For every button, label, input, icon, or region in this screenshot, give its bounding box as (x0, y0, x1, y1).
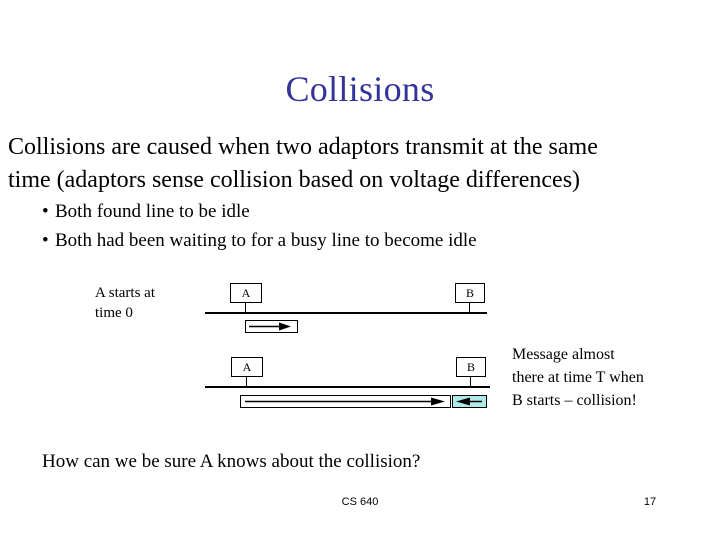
bullet-item-2: • Both had been waiting to for a busy lin… (42, 228, 477, 254)
row1-node-a: A (230, 283, 262, 303)
bullet-item-2-label: Both had been waiting to for a busy line… (55, 230, 477, 251)
diagram-left-caption-line-2: time 0 (95, 305, 133, 321)
diagram-right-note-line-1: Message almost (512, 346, 615, 363)
row2-node-b-connector (470, 377, 472, 387)
row2-node-a-connector (246, 377, 248, 387)
footer-page-number: 17 (643, 496, 657, 508)
page-title: Collisions (285, 69, 435, 109)
diagram-right-note-line-3: B starts – collision! (512, 392, 637, 409)
diagram-left-caption: A starts at time 0 (95, 283, 155, 323)
body-paragraph-line-2: time (adaptors sense collision based on … (8, 167, 581, 193)
closing-question: How can we be sure A knows about the col… (42, 451, 421, 472)
bullet-item-1-label: Both found line to be idle (55, 201, 250, 222)
body-paragraph-line-1: Collisions are caused when two adaptors … (8, 134, 598, 160)
row1-packet-arrow-icon (249, 322, 291, 331)
row1-packet (245, 320, 298, 333)
row2-packet-b-collision (452, 395, 487, 408)
row1-node-b: B (455, 283, 485, 303)
row2-packet-a-arrow-icon (245, 397, 445, 406)
row2-packet-a (240, 395, 451, 408)
diagram-right-note: Message almost there at time T when B st… (512, 343, 712, 412)
row1-node-b-connector (469, 303, 471, 313)
footer-course-label: CS 640 (341, 496, 379, 508)
row1-bus-line (205, 312, 487, 314)
row1-node-a-connector (245, 303, 247, 313)
diagram-left-caption-line-1: A starts at (95, 285, 155, 301)
bullet-dot-icon: • (42, 201, 49, 222)
diagram-right-note-line-2: there at time T when (512, 369, 644, 386)
row2-packet-b-arrow-icon (456, 397, 482, 406)
row2-node-a: A (231, 357, 263, 377)
bullet-item-1: • Both found line to be idle (42, 199, 250, 225)
bullet-dot-icon: • (42, 230, 49, 251)
row2-node-b: B (456, 357, 486, 377)
row2-bus-line (205, 386, 490, 388)
slide: Collisions Collisions are caused when tw… (0, 0, 720, 540)
